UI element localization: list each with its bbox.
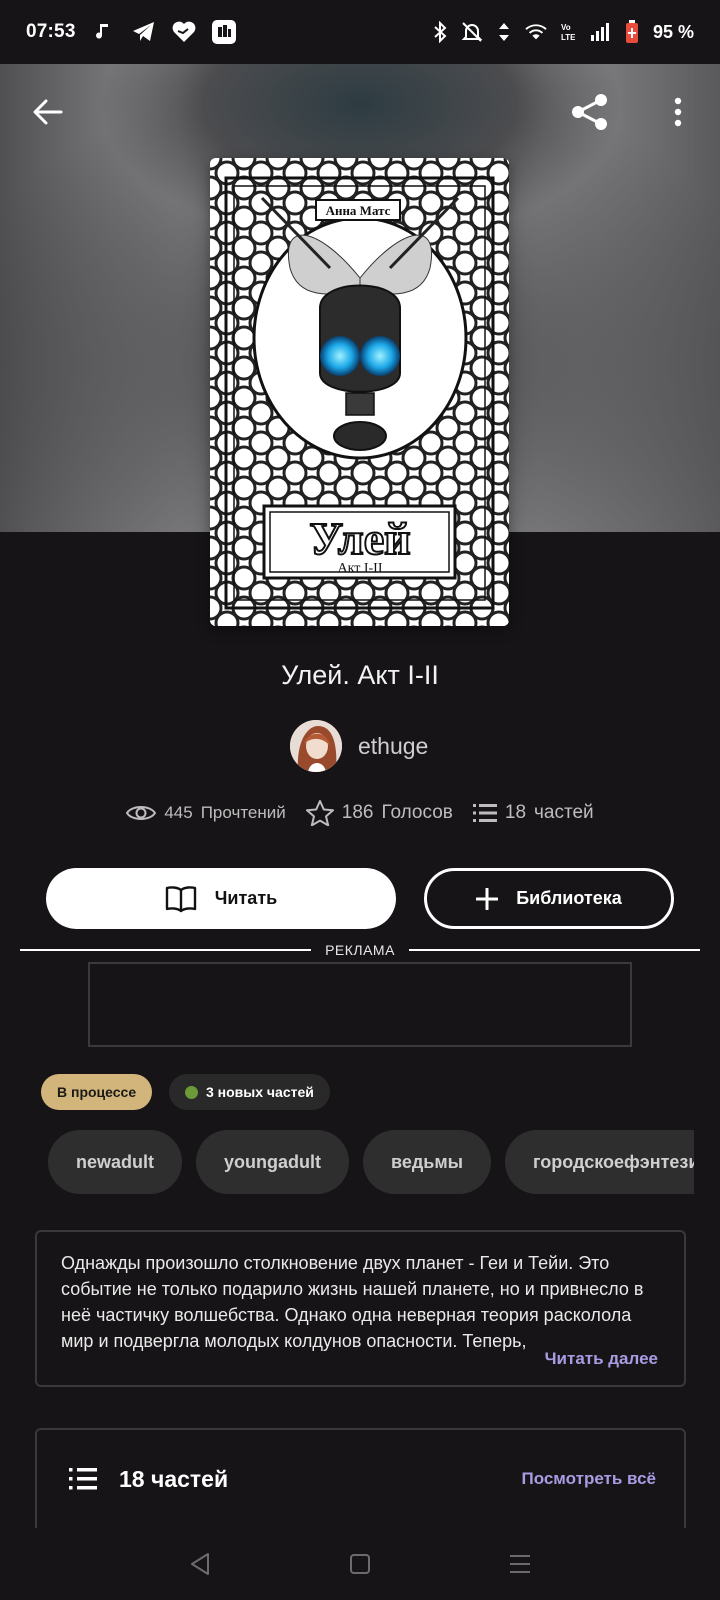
new-parts-badge: 3 новых частей bbox=[169, 1074, 330, 1110]
status-right: Vo LTE 95 % bbox=[429, 20, 694, 43]
svg-text:LTE: LTE bbox=[561, 33, 575, 42]
book-cover[interactable]: Анна Матс Улей Акт I-II bbox=[210, 158, 509, 626]
status-bar: 07:53 Vo LTE 95 % bbox=[0, 0, 720, 64]
votes-count: 186 bbox=[341, 802, 374, 823]
back-button[interactable] bbox=[24, 88, 72, 136]
list-icon bbox=[472, 804, 497, 822]
music-note-icon bbox=[92, 20, 116, 44]
library-button-label: Библиотека bbox=[516, 888, 622, 908]
tag-chip[interactable]: ведьмы bbox=[363, 1130, 492, 1194]
book-stats: 445 Прочтений 186 Голосов 18 частей bbox=[0, 800, 720, 826]
more-vertical-icon bbox=[674, 97, 682, 127]
arrow-left-icon bbox=[33, 99, 63, 125]
ad-slot[interactable] bbox=[88, 962, 632, 1047]
author-link[interactable]: ethuge bbox=[290, 720, 428, 772]
nav-back-button[interactable] bbox=[180, 1544, 220, 1584]
triangle-back-icon bbox=[191, 1553, 209, 1575]
battery-icon bbox=[621, 20, 643, 43]
reads-label: Прочтений bbox=[200, 803, 286, 822]
votes-label: Голосов bbox=[381, 802, 453, 823]
tag-chip[interactable]: городскоефэнтези bbox=[505, 1130, 694, 1194]
nav-home-button[interactable] bbox=[340, 1544, 380, 1584]
ad-divider-line-left bbox=[20, 949, 312, 951]
signal-icon bbox=[589, 21, 611, 43]
share-button[interactable] bbox=[566, 88, 614, 136]
book-cover-art: Анна Матс Улей Акт I-II bbox=[210, 158, 509, 626]
square-home-icon bbox=[350, 1554, 370, 1574]
bluetooth-icon bbox=[429, 21, 451, 43]
star-icon bbox=[305, 800, 334, 826]
author-avatar-image bbox=[290, 720, 342, 772]
status-left: 07:53 bbox=[26, 20, 236, 44]
bell-off-icon bbox=[461, 21, 483, 43]
telegram-icon bbox=[132, 20, 156, 44]
reads-stat: 445 Прочтений bbox=[126, 803, 286, 823]
cover-author: Анна Матс bbox=[326, 203, 391, 218]
add-to-library-button[interactable]: Библиотека bbox=[424, 868, 674, 929]
nav-recents-button[interactable] bbox=[500, 1544, 540, 1584]
status-time: 07:53 bbox=[26, 21, 76, 42]
new-parts-dot bbox=[185, 1085, 198, 1099]
system-nav-bar bbox=[0, 1528, 720, 1600]
parts-section-title: 18 частей bbox=[119, 1465, 229, 1492]
battery-percent: 95 % bbox=[652, 21, 694, 42]
description-card: Однажды произошло столкновение двух план… bbox=[35, 1230, 686, 1387]
parts-label: частей bbox=[534, 802, 594, 823]
volte-icon: Vo LTE bbox=[557, 21, 579, 43]
votes-stat: 186 Голосов bbox=[305, 800, 453, 826]
cover-title: Улей bbox=[309, 513, 410, 564]
read-more-link[interactable]: Читать далее bbox=[545, 1349, 658, 1369]
new-parts-label: 3 новых частей bbox=[206, 1084, 314, 1100]
eye-icon bbox=[126, 806, 157, 820]
read-button-label: Читать bbox=[214, 888, 278, 908]
tag-list: newadult youngadult ведьмы городскоефэнт… bbox=[48, 1130, 694, 1196]
parts-count: 18 bbox=[504, 802, 527, 823]
app-icon bbox=[211, 20, 236, 44]
tag-chip[interactable]: newadult bbox=[48, 1130, 183, 1194]
reads-count: 445 bbox=[164, 803, 193, 822]
list-icon bbox=[69, 1468, 97, 1490]
cover-subtitle: Акт I-II bbox=[338, 561, 383, 576]
read-button[interactable]: Читать bbox=[46, 868, 396, 929]
svg-text:Vo: Vo bbox=[561, 23, 571, 32]
menu-recents-icon bbox=[510, 1555, 530, 1573]
ad-label: РЕКЛАМА bbox=[325, 942, 395, 958]
see-all-parts-link[interactable]: Посмотреть всё bbox=[521, 1469, 656, 1489]
share-icon bbox=[572, 94, 607, 130]
ad-divider-line-right bbox=[408, 949, 701, 951]
plus-icon bbox=[476, 887, 499, 910]
book-title: Улей. Акт I-II bbox=[281, 660, 439, 690]
parts-stat: 18 частей bbox=[472, 802, 594, 824]
wifi-icon bbox=[525, 21, 547, 43]
data-arrows-icon bbox=[493, 21, 515, 43]
author-name: ethuge bbox=[358, 732, 429, 759]
status-badge: В процессе bbox=[41, 1074, 153, 1110]
description-text: Однажды произошло столкновение двух план… bbox=[61, 1253, 644, 1351]
more-options-button[interactable] bbox=[654, 88, 702, 136]
tag-chip[interactable]: youngadult bbox=[196, 1130, 350, 1194]
open-book-icon bbox=[165, 885, 196, 912]
parts-section: 18 частей Посмотреть всё bbox=[35, 1428, 686, 1528]
heart-icon bbox=[172, 20, 196, 44]
avatar bbox=[290, 720, 342, 772]
ad-divider: РЕКЛАМА bbox=[20, 940, 701, 960]
